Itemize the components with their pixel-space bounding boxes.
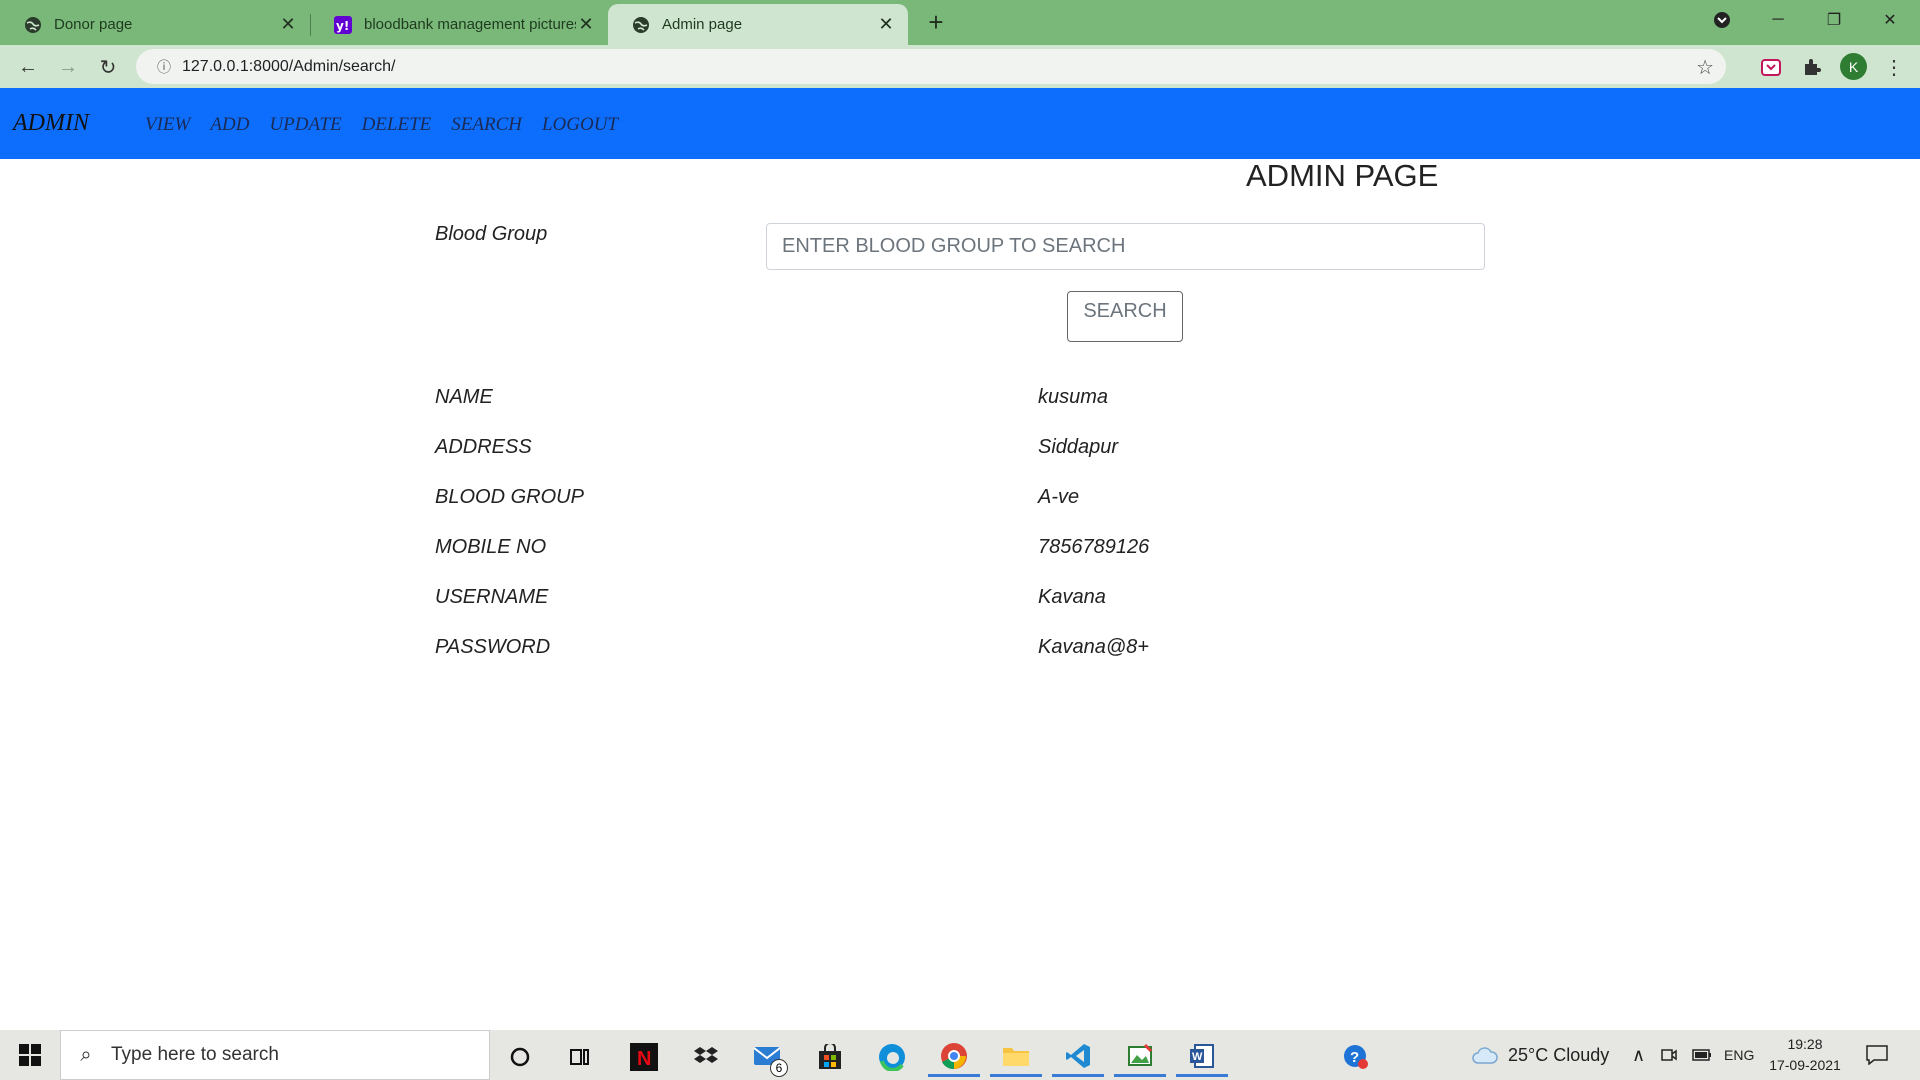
clock-time: 19:28 (1787, 1036, 1823, 1052)
battery-icon[interactable] (1692, 1030, 1712, 1080)
result-value: kusuma (1038, 386, 1109, 408)
svg-text:y!: y! (336, 19, 349, 33)
netflix-icon[interactable]: N (618, 1037, 670, 1077)
result-value: 7856789126 (1038, 536, 1150, 558)
language-indicator[interactable]: ENG (1724, 1030, 1754, 1080)
windows-taskbar: ⌕ Type here to search N 6 W ? 25°C Cloud… (0, 1030, 1920, 1080)
pocket-extension-icon[interactable] (1758, 54, 1784, 80)
cloud-icon (1472, 1047, 1498, 1064)
site-info-icon[interactable]: ⓘ (146, 57, 182, 77)
result-label: ADDRESS (435, 436, 532, 458)
globe-icon (24, 16, 42, 34)
svg-text:W: W (1192, 1051, 1203, 1063)
navbar-links: VIEW ADD UPDATE DELETE SEARCH LOGOUT (145, 114, 618, 136)
mail-icon[interactable]: 6 (742, 1037, 794, 1077)
bookmark-star-icon[interactable]: ☆ (1696, 55, 1714, 80)
new-tab-button[interactable]: + (920, 6, 952, 38)
taskbar-clock[interactable]: 19:28 17-09-2021 (1765, 1034, 1845, 1076)
tab-close-icon[interactable]: ✕ (278, 14, 298, 35)
notifications-icon[interactable] (1866, 1030, 1888, 1080)
browser-tab-strip: Donor page ✕ y! bloodbank management pic… (0, 0, 1920, 45)
result-label: BLOOD GROUP (435, 486, 584, 508)
result-value: Kavana@8+ (1038, 636, 1149, 658)
profile-avatar[interactable]: K (1840, 53, 1867, 80)
url-text: 127.0.0.1:8000/Admin/search/ (182, 57, 396, 75)
clock-date: 17-09-2021 (1769, 1057, 1841, 1073)
globe-icon (632, 16, 650, 34)
tab-donor-page[interactable]: Donor page ✕ (0, 4, 310, 45)
page-title: ADMIN PAGE (1246, 158, 1439, 193)
blood-group-search-input[interactable] (766, 223, 1485, 270)
navbar-brand[interactable]: ADMIN (13, 110, 89, 137)
image-editor-icon[interactable] (1114, 1037, 1166, 1077)
result-label: NAME (435, 386, 493, 408)
tab-close-icon[interactable]: ✕ (576, 14, 596, 35)
show-hidden-icons-chevron-icon[interactable]: ∧ (1632, 1030, 1645, 1080)
dropbox-icon[interactable] (680, 1037, 732, 1077)
tab-close-icon[interactable]: ✕ (876, 14, 896, 35)
nav-link-delete[interactable]: DELETE (362, 114, 432, 136)
nav-link-add[interactable]: ADD (210, 114, 249, 136)
tab-bloodbank-pictures[interactable]: y! bloodbank management pictures ✕ (310, 4, 608, 45)
nav-link-logout[interactable]: LOGOUT (542, 114, 618, 136)
reload-icon[interactable]: ↻ (92, 51, 124, 83)
tab-admin-page[interactable]: Admin page ✕ (608, 4, 908, 45)
result-row-mobile: MOBILE NO 7856789126 (435, 536, 1435, 576)
result-value: Siddapur (1038, 436, 1119, 458)
result-row-username: USERNAME Kavana (435, 586, 1435, 626)
result-value: A-ve (1038, 486, 1080, 508)
svg-text:?: ? (1350, 1049, 1359, 1066)
result-row-password: PASSWORD Kavana@8+ (435, 636, 1435, 676)
tab-title: bloodbank management pictures (364, 16, 576, 33)
yahoo-icon: y! (334, 15, 352, 34)
edge-icon[interactable] (866, 1037, 918, 1077)
windows-start-icon[interactable] (0, 1030, 60, 1080)
search-button[interactable]: SEARCH (1067, 291, 1183, 342)
extensions-puzzle-icon[interactable] (1799, 54, 1825, 80)
vscode-icon[interactable] (1052, 1037, 1104, 1077)
taskbar-search-placeholder: Type here to search (111, 1044, 279, 1065)
restore-icon[interactable]: ❐ (1806, 0, 1862, 40)
nav-link-view[interactable]: VIEW (145, 114, 190, 136)
help-icon[interactable]: ? (1330, 1037, 1382, 1077)
result-value: Kavana (1038, 586, 1106, 608)
nav-link-update[interactable]: UPDATE (269, 114, 341, 136)
taskbar-search-box[interactable]: ⌕ Type here to search (60, 1030, 490, 1080)
result-label: USERNAME (435, 586, 549, 608)
minimize-icon[interactable]: ─ (1750, 0, 1806, 40)
forward-arrow-icon[interactable]: → (52, 51, 84, 83)
browser-toolbar: ← → ↻ ⓘ 127.0.0.1:8000/Admin/search/ ☆ K… (0, 45, 1920, 88)
cortana-icon[interactable] (494, 1037, 546, 1077)
search-icon: ⌕ (80, 1043, 92, 1066)
browser-menu-icon[interactable]: ⋮ (1881, 54, 1907, 80)
file-explorer-icon[interactable] (990, 1037, 1042, 1077)
blood-group-label: Blood Group (435, 223, 548, 245)
site-navbar: ADMIN VIEW ADD UPDATE DELETE SEARCH LOGO… (0, 88, 1920, 159)
task-view-icon[interactable] (554, 1037, 606, 1077)
result-row-name: NAME kusuma (435, 386, 1435, 426)
tab-search-icon[interactable] (1694, 0, 1750, 40)
result-label: PASSWORD (435, 636, 551, 658)
word-icon[interactable]: W (1176, 1037, 1228, 1077)
chrome-icon[interactable] (928, 1037, 980, 1077)
mail-badge: 6 (770, 1059, 788, 1077)
weather-text: 25°C Cloudy (1508, 1044, 1610, 1065)
weather-widget[interactable]: 25°C Cloudy (1472, 1030, 1609, 1080)
store-icon[interactable] (804, 1037, 856, 1077)
svg-text:N: N (637, 1048, 651, 1070)
result-row-address: ADDRESS Siddapur (435, 436, 1435, 476)
nav-link-search[interactable]: SEARCH (451, 114, 522, 136)
result-label: MOBILE NO (435, 536, 547, 558)
back-arrow-icon[interactable]: ← (12, 51, 44, 83)
tab-title: Donor page (54, 16, 133, 33)
close-window-icon[interactable]: ✕ (1862, 0, 1918, 40)
meet-now-icon[interactable] (1660, 1030, 1678, 1080)
address-bar[interactable]: ⓘ 127.0.0.1:8000/Admin/search/ ☆ (136, 49, 1726, 84)
result-row-blood-group: BLOOD GROUP A-ve (435, 486, 1435, 526)
tab-title: Admin page (662, 16, 743, 33)
